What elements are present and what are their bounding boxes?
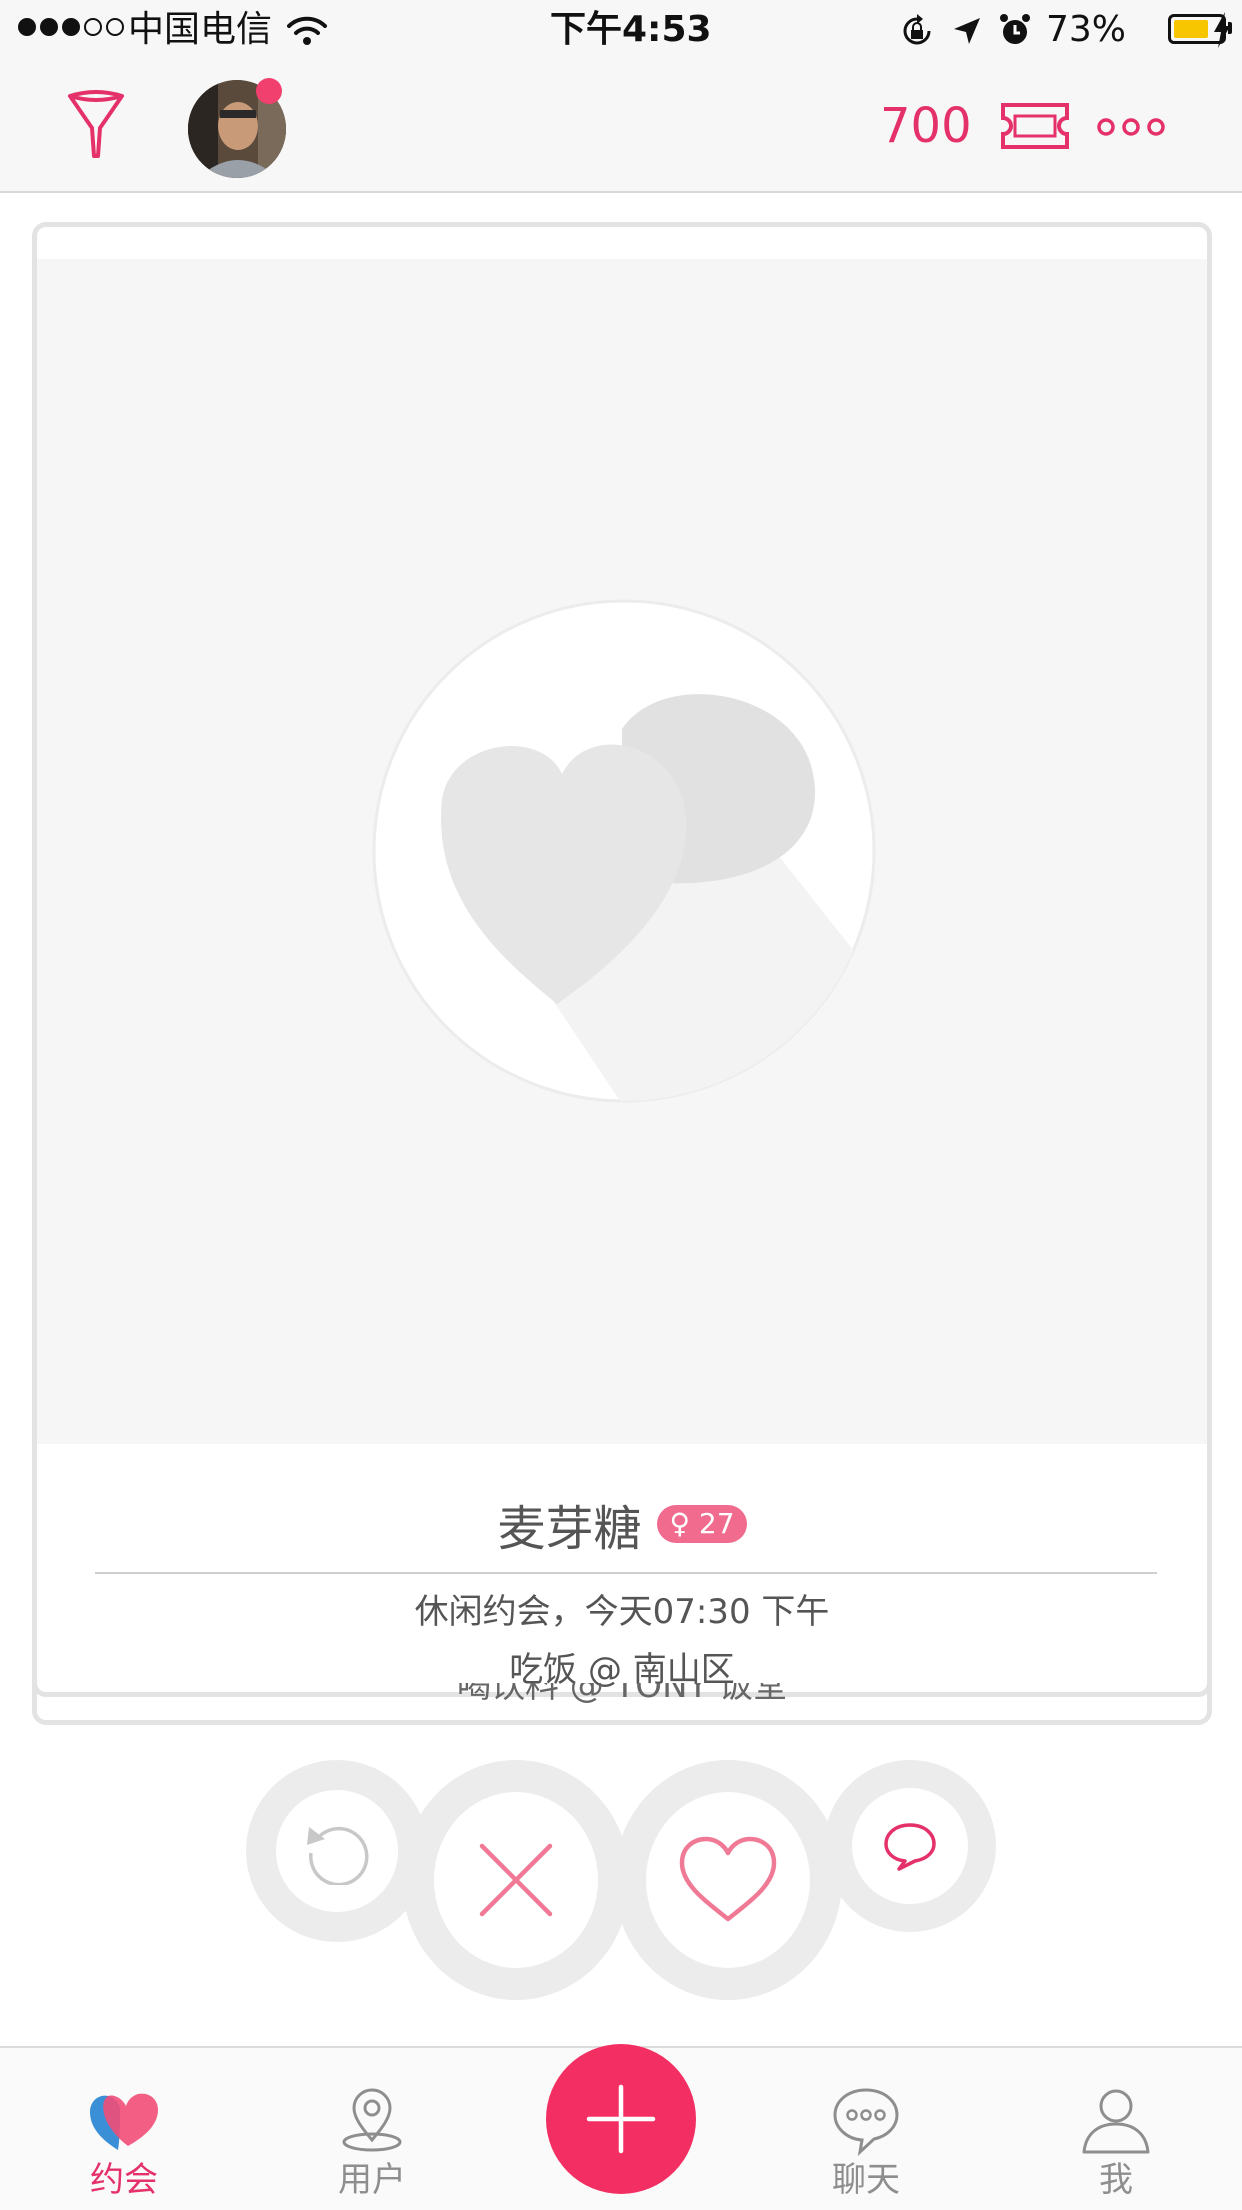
- tab-dates[interactable]: 约会: [44, 2048, 204, 2210]
- add-date-button[interactable]: [546, 2044, 696, 2194]
- tab-label: 约会: [90, 2160, 158, 2200]
- location-arrow-icon: [954, 18, 980, 44]
- hearts-placeholder-icon: [372, 599, 876, 1103]
- undo-button[interactable]: [246, 1760, 428, 1942]
- like-icon: [679, 1836, 777, 1922]
- battery-percent: 73%: [1046, 9, 1127, 50]
- next-card-peek: 喝饮料 @ TONY 饭堂: [32, 1683, 1212, 1709]
- dislike-icon: [479, 1843, 553, 1917]
- message-button[interactable]: [824, 1760, 996, 1932]
- rotation-lock-icon: [903, 14, 931, 45]
- alarm-icon: [1000, 14, 1030, 44]
- card-photo-placeholder: [37, 259, 1207, 1444]
- undo-icon: [307, 1826, 369, 1885]
- plus-icon: [586, 2084, 656, 2154]
- filter-icon[interactable]: [66, 90, 126, 160]
- dislike-button[interactable]: [402, 1760, 630, 2000]
- gender-age-badge: ♀ 27: [657, 1505, 747, 1543]
- tab-label: 用户: [338, 2160, 406, 2200]
- ticket-icon[interactable]: [1000, 102, 1070, 150]
- battery-level-fill: [1174, 20, 1208, 38]
- tab-users[interactable]: 用户: [292, 2048, 452, 2210]
- date-type-text: 休闲约会，今天07:30 下午: [414, 1592, 830, 1632]
- more-icon[interactable]: [1096, 116, 1166, 138]
- signal-strength-icon: [18, 18, 128, 37]
- location-pin-icon: [342, 2088, 402, 2152]
- tab-chat[interactable]: 聊天: [786, 2048, 946, 2210]
- tab-label: 聊天: [832, 2160, 900, 2200]
- clock-time: 下午4:53: [550, 9, 712, 50]
- hearts-icon: [90, 2093, 158, 2150]
- user-name: 麦芽糖: [497, 1501, 642, 1557]
- top-navigation-bar: 700: [0, 60, 1242, 193]
- chat-bubble-icon: [884, 1823, 936, 1871]
- card-name-row: 麦芽糖 ♀ 27: [37, 1489, 1207, 1559]
- notification-badge: [256, 78, 282, 104]
- like-button[interactable]: [614, 1760, 842, 2000]
- carrier-name: 中国电信: [128, 9, 273, 50]
- status-bar: 中国电信 下午4:53 73%: [0, 0, 1242, 60]
- tab-label: 我: [1099, 2160, 1133, 2200]
- person-icon: [1082, 2089, 1150, 2154]
- wifi-icon: [287, 16, 327, 45]
- coin-balance[interactable]: 700: [880, 98, 972, 154]
- chat-icon: [833, 2088, 899, 2156]
- divider: [95, 1572, 1157, 1574]
- date-card[interactable]: 麦芽糖 ♀ 27 休闲约会，今天07:30 下午 吃饭 @ 南山区: [32, 222, 1212, 1697]
- charging-bolt-icon: [1214, 12, 1230, 48]
- next-card-place-text: 喝饮料 @ TONY 饭堂: [456, 1683, 788, 1706]
- tab-me[interactable]: 我: [1036, 2048, 1196, 2210]
